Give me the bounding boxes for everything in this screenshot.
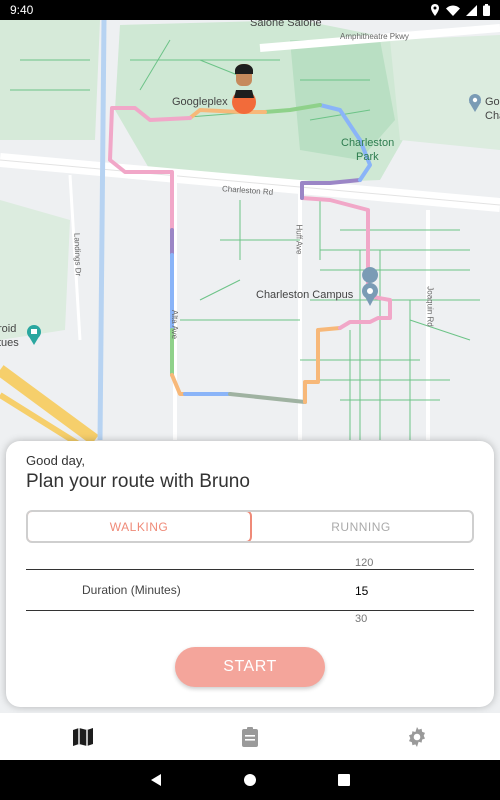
map-label-android-2: tues bbox=[0, 337, 19, 349]
map-label-android-1: roid bbox=[0, 323, 17, 335]
page-title: Plan your route with Bruno bbox=[26, 471, 250, 492]
picker-value-next[interactable]: 30 bbox=[355, 613, 367, 625]
running-mode-button[interactable]: RUNNING bbox=[250, 512, 472, 541]
back-icon[interactable] bbox=[149, 773, 163, 787]
picker-divider-top bbox=[26, 569, 474, 570]
battery-icon bbox=[483, 4, 490, 16]
location-icon bbox=[431, 4, 439, 16]
map-label-charleston-campus: Charleston Campus bbox=[256, 289, 354, 301]
duration-label: Duration (Minutes) bbox=[82, 583, 181, 597]
status-icons bbox=[430, 4, 490, 16]
picker-divider-bottom bbox=[26, 610, 474, 611]
home-icon[interactable] bbox=[243, 773, 257, 787]
picker-value-prev[interactable]: 120 bbox=[355, 557, 373, 569]
picker-value-current[interactable]: 15 bbox=[355, 584, 368, 598]
map-label-googleplex: Googleplex bbox=[172, 96, 228, 108]
android-statues-pin-icon bbox=[27, 325, 41, 345]
map-label-charleston-park-2: Park bbox=[356, 151, 379, 163]
map-icon bbox=[73, 727, 94, 746]
recents-icon[interactable] bbox=[337, 773, 351, 787]
map-label-huff-ave: Huff Ave bbox=[294, 224, 304, 255]
map-label-salone: Salone Salone bbox=[250, 20, 322, 29]
map-label-charleston-park-1: Charleston bbox=[341, 137, 395, 149]
walking-mode-button[interactable]: WALKING bbox=[28, 512, 252, 541]
map-label-amphitheatre: Amphitheatre Pkwy bbox=[340, 32, 409, 41]
gear-icon bbox=[408, 726, 425, 747]
nav-plans[interactable] bbox=[167, 713, 334, 760]
map-label-landings-dr: Landings Dr bbox=[72, 232, 83, 277]
clipboard-icon bbox=[242, 726, 258, 747]
map-label-go-1: Go bbox=[485, 96, 500, 108]
map-label-alta-ave: Alta Ave bbox=[170, 309, 180, 340]
system-nav-bar bbox=[0, 760, 500, 800]
nav-settings[interactable] bbox=[333, 713, 500, 760]
wifi-icon bbox=[446, 5, 460, 16]
nav-map[interactable] bbox=[0, 713, 167, 760]
map-label-go-2: Cha bbox=[485, 110, 500, 122]
signal-icon bbox=[466, 4, 477, 16]
greeting-text: Good day, bbox=[26, 453, 86, 468]
mode-toggle: WALKING RUNNING bbox=[26, 510, 474, 543]
status-time: 9:40 bbox=[10, 3, 34, 17]
start-button[interactable]: START bbox=[175, 647, 325, 687]
status-bar: 9:40 bbox=[0, 0, 500, 20]
bottom-nav bbox=[0, 713, 500, 760]
map-label-joaquin-rd: Joaquin Rd bbox=[425, 286, 435, 327]
route-planner-card: Good day, Plan your route with Bruno WAL… bbox=[6, 441, 494, 707]
